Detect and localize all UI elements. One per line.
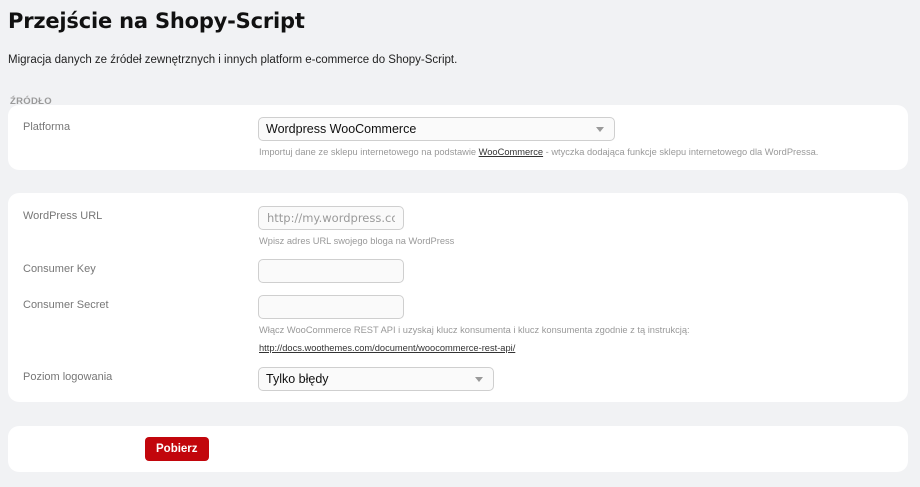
- actions-card: Pobierz: [8, 426, 908, 472]
- wordpress-url-label: WordPress URL: [23, 210, 103, 222]
- woocommerce-rest-api-link[interactable]: http://docs.woothemes.com/document/wooco…: [259, 343, 515, 353]
- page-title: Przejście na Shopy-Script: [8, 9, 305, 33]
- wordpress-url-input[interactable]: [258, 206, 404, 230]
- consumer-key-input[interactable]: [258, 259, 404, 283]
- platform-select-value: Wordpress WooCommerce: [266, 122, 417, 136]
- chevron-down-icon: [475, 377, 483, 382]
- consumer-secret-label: Consumer Secret: [23, 299, 109, 311]
- consumer-key-label: Consumer Key: [23, 263, 96, 275]
- consumer-secret-hint: Włącz WooCommerce REST API i uzyskaj klu…: [259, 325, 690, 335]
- page: Przejście na Shopy-Script Migracja danyc…: [0, 0, 920, 487]
- submit-button[interactable]: Pobierz: [145, 437, 209, 461]
- log-level-select[interactable]: Tylko błędy: [258, 367, 494, 391]
- platform-hint: Importuj dane ze sklepu internetowego na…: [259, 147, 819, 157]
- source-card: Platforma Wordpress WooCommerce Importuj…: [8, 105, 908, 170]
- consumer-secret-input[interactable]: [258, 295, 404, 319]
- platform-label: Platforma: [23, 121, 71, 133]
- woocommerce-link[interactable]: WooCommerce: [479, 147, 543, 157]
- chevron-down-icon: [596, 127, 604, 132]
- platform-select[interactable]: Wordpress WooCommerce: [258, 117, 615, 141]
- log-level-label: Poziom logowania: [23, 371, 113, 383]
- page-subtitle: Migracja danych ze źródeł zewnętrznych i…: [8, 54, 458, 66]
- wordpress-url-hint: Wpisz adres URL swojego bloga na WordPre…: [259, 236, 455, 246]
- log-level-select-value: Tylko błędy: [266, 372, 329, 386]
- settings-card: WordPress URL Wpisz adres URL swojego bl…: [8, 193, 908, 402]
